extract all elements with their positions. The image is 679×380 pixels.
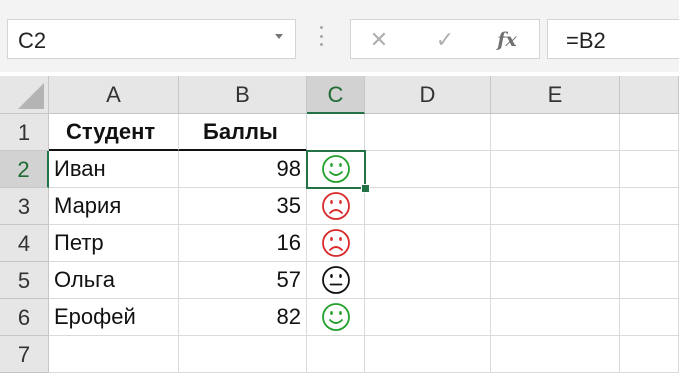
student-name-cell[interactable]: Петр — [49, 225, 179, 262]
row-header-2[interactable]: 2 — [0, 151, 49, 188]
grid-cell[interactable] — [620, 336, 679, 373]
name-box[interactable]: C2 — [7, 19, 296, 59]
formula-bar: C2 ✕ ✓ fx =B2 — [0, 0, 679, 72]
header-cell-student[interactable]: Студент — [49, 114, 179, 151]
grid-cell[interactable] — [491, 114, 620, 151]
formula-text: =B2 — [566, 28, 606, 53]
grid-cell[interactable] — [491, 262, 620, 299]
column-header-a[interactable]: A — [49, 76, 179, 114]
grid-cell[interactable] — [365, 114, 491, 151]
check-icon[interactable]: ✓ — [433, 28, 457, 52]
row-header-3[interactable]: 3 — [0, 188, 49, 225]
column-header-d[interactable]: D — [365, 76, 491, 114]
grid-cell[interactable] — [620, 114, 679, 151]
row-header-1[interactable]: 1 — [0, 114, 49, 151]
grid-cell[interactable] — [49, 336, 179, 373]
grid-cell[interactable] — [620, 225, 679, 262]
grid-cell[interactable] — [179, 336, 307, 373]
score-cell[interactable]: 35 — [179, 188, 307, 225]
grid-cell[interactable] — [365, 151, 491, 188]
chevron-down-icon[interactable] — [275, 34, 283, 39]
student-name-cell[interactable]: Мария — [49, 188, 179, 225]
score-cell[interactable]: 82 — [179, 299, 307, 336]
grid-cell[interactable] — [307, 336, 365, 373]
formula-input[interactable]: =B2 — [547, 19, 679, 59]
formula-buttons: ✕ ✓ fx — [350, 19, 540, 59]
row-header-5[interactable]: 5 — [0, 262, 49, 299]
row-header-7[interactable]: 7 — [0, 336, 49, 373]
student-name-cell[interactable]: Ольга — [49, 262, 179, 299]
row-header-4[interactable]: 4 — [0, 225, 49, 262]
grid-cell[interactable] — [491, 336, 620, 373]
grid-cell[interactable] — [365, 262, 491, 299]
grid-cell[interactable] — [491, 299, 620, 336]
score-cell[interactable]: 57 — [179, 262, 307, 299]
grid-cell[interactable] — [620, 188, 679, 225]
grid-cell[interactable] — [365, 336, 491, 373]
column-header-extra — [620, 76, 679, 114]
column-header-b[interactable]: B — [179, 76, 307, 114]
name-box-value: C2 — [18, 28, 47, 53]
score-cell[interactable]: 98 — [179, 151, 307, 188]
grid-cell[interactable] — [491, 225, 620, 262]
grid-cell[interactable] — [491, 151, 620, 188]
icon-cell[interactable] — [307, 151, 365, 188]
grid-cell[interactable] — [620, 299, 679, 336]
drag-handle-icon[interactable] — [320, 26, 324, 46]
grid-cell[interactable] — [620, 262, 679, 299]
student-name-cell[interactable]: Ерофей — [49, 299, 179, 336]
icon-cell[interactable] — [307, 262, 365, 299]
icon-cell[interactable] — [307, 188, 365, 225]
close-icon[interactable]: ✕ — [367, 28, 391, 52]
grid-cell[interactable] — [620, 151, 679, 188]
grid-cell[interactable] — [307, 114, 365, 151]
grid-cell[interactable] — [491, 188, 620, 225]
icon-cell[interactable] — [307, 299, 365, 336]
student-name-cell[interactable]: Иван — [49, 151, 179, 188]
header-cell-score[interactable]: Баллы — [179, 114, 307, 151]
grid-cell[interactable] — [365, 188, 491, 225]
row-header-6[interactable]: 6 — [0, 299, 49, 336]
select-all-button[interactable] — [0, 76, 49, 114]
score-cell[interactable]: 16 — [179, 225, 307, 262]
column-header-c[interactable]: C — [307, 76, 365, 114]
icon-cell[interactable] — [307, 225, 365, 262]
fx-icon[interactable]: fx — [495, 28, 519, 52]
grid-cell[interactable] — [365, 225, 491, 262]
column-header-e[interactable]: E — [491, 76, 620, 114]
fill-handle[interactable] — [361, 184, 370, 193]
grid-cell[interactable] — [365, 299, 491, 336]
